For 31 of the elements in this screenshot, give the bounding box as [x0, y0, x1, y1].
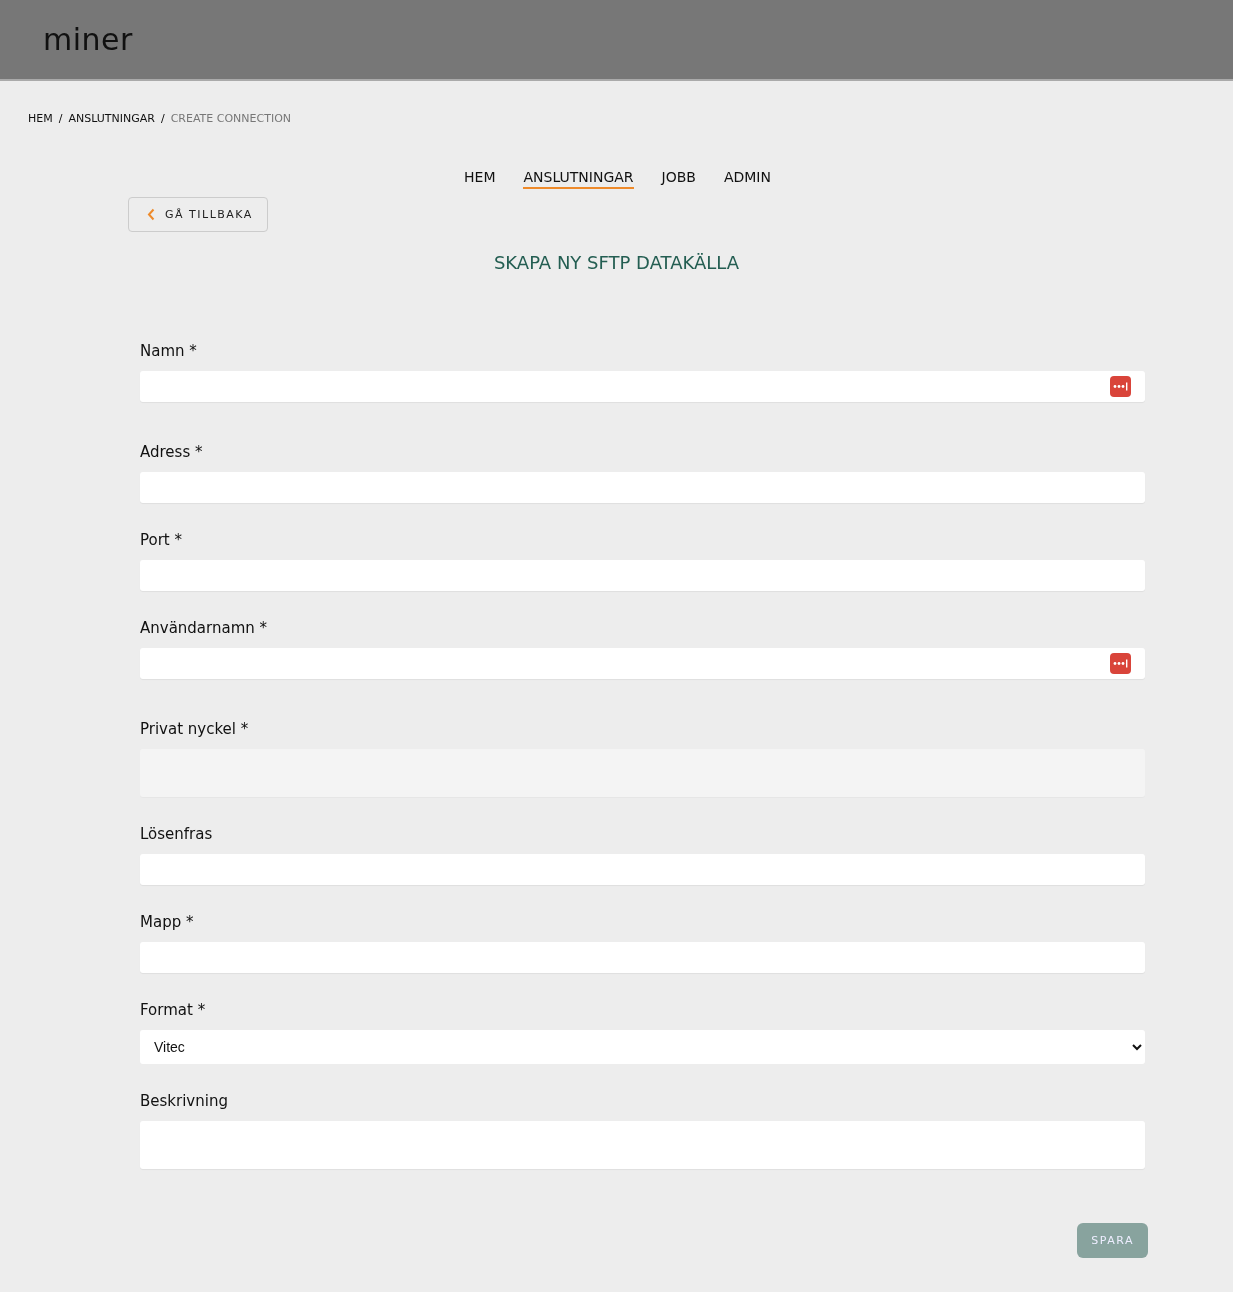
input-field[interactable] [140, 942, 1145, 973]
password-manager-icon[interactable] [1110, 653, 1131, 674]
field-label: Mapp * [140, 912, 195, 932]
password-manager-icon[interactable] [1110, 376, 1131, 397]
field-label: Användarnamn * [140, 618, 269, 638]
input-field[interactable] [140, 371, 1145, 402]
nav-tab[interactable]: ANSLUTNINGAR [523, 169, 634, 189]
nav-tab[interactable]: HEM [464, 169, 496, 189]
field-label: Port * [140, 530, 183, 550]
nav-tab[interactable]: ADMIN [723, 169, 771, 189]
nav-tab[interactable]: JOBB [661, 169, 696, 189]
format-select[interactable]: Vitec [140, 1030, 1145, 1064]
field-label: Privat nyckel * [140, 719, 250, 739]
field-label: Lösenfras [140, 824, 214, 844]
logo: miner [43, 22, 133, 57]
input-field[interactable] [140, 560, 1145, 591]
input-field[interactable] [140, 854, 1145, 885]
breadcrumb-separator: / [58, 112, 63, 125]
field-label: Format * [140, 1000, 207, 1020]
input-field[interactable] [140, 472, 1145, 503]
breadcrumb-separator: / [160, 112, 165, 125]
chevron-left-icon [147, 208, 155, 221]
page-title: SKAPA NY SFTP DATAKÄLLA [492, 252, 741, 273]
field-label: Adress * [140, 442, 204, 462]
breadcrumb-link[interactable]: ANSLUTNINGAR [68, 112, 155, 125]
field-label: Beskrivning [140, 1091, 229, 1111]
back-button[interactable]: GÅ TILLBAKA [128, 197, 268, 232]
textarea-field[interactable] [140, 1121, 1145, 1169]
input-field[interactable] [140, 648, 1145, 679]
field-label: Namn * [140, 341, 198, 361]
breadcrumb-link[interactable]: HEM [28, 112, 53, 125]
